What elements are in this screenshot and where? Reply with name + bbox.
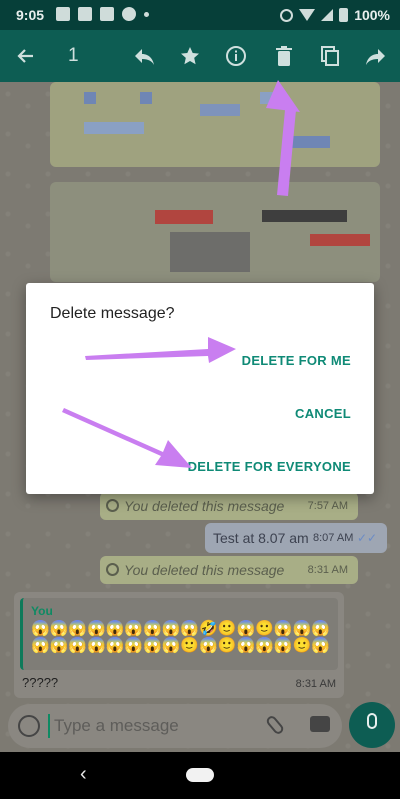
status-time: 9:05 <box>16 7 45 23</box>
status-bar: 9:05 100% <box>0 0 400 30</box>
message-outgoing[interactable]: Test at 8.07 am 8:07 AM ✓✓ <box>205 523 387 553</box>
pixelated-content <box>170 232 250 272</box>
mic-icon <box>367 713 377 729</box>
image-icon <box>56 7 70 21</box>
deleted-icon <box>106 499 119 512</box>
pixelated-content <box>200 104 240 116</box>
battery-icon <box>339 8 349 22</box>
quoted-message[interactable]: You 😱😱😱😱😱😱😱😱😱🤣🙂😱🙂😱😱😱😱😱😱😱😱😱😱😱🙂😱🙂😱😱😱🙂😱 <box>20 598 338 670</box>
pixelated-content <box>140 92 152 104</box>
alarm-icon <box>280 8 294 22</box>
message-input-bar: Type a message <box>8 704 342 748</box>
selection-action-bar: 1 <box>0 30 400 82</box>
dialog-title: Delete message? <box>50 305 175 322</box>
pixelated-content <box>260 92 284 104</box>
message-incoming[interactable]: You 😱😱😱😱😱😱😱😱😱🤣🙂😱🙂😱😱😱😱😱😱😱😱😱😱😱🙂😱🙂😱😱😱🙂😱 ???… <box>14 592 344 698</box>
star-icon[interactable] <box>176 42 204 70</box>
lightroom-icon <box>100 7 114 21</box>
text-caret <box>48 714 50 738</box>
more-notifications-icon <box>144 12 149 17</box>
pixelated-content <box>310 234 370 246</box>
copy-icon[interactable] <box>316 42 344 70</box>
message-input[interactable]: Type a message <box>54 716 179 736</box>
message-deleted[interactable]: You deleted this message 8:31 AM <box>100 556 358 584</box>
signal-icon <box>321 9 334 21</box>
delete-message-dialog: Delete message? DELETE FOR ME CANCEL DEL… <box>26 283 374 494</box>
pixelated-content <box>84 122 144 134</box>
delete-for-everyone-button[interactable]: DELETE FOR EVERYONE <box>188 459 351 474</box>
emoji-icon[interactable] <box>18 715 40 737</box>
delete-for-me-button[interactable]: DELETE FOR ME <box>242 353 351 368</box>
selected-count: 1 <box>68 45 79 66</box>
delete-icon[interactable] <box>270 42 298 70</box>
system-icons: 100% <box>280 7 390 23</box>
wifi-icon <box>299 9 316 21</box>
message-icon <box>78 7 92 21</box>
reply-icon[interactable] <box>130 42 158 70</box>
pixelated-content <box>84 92 96 104</box>
notification-icons <box>56 7 149 21</box>
info-icon[interactable] <box>222 42 250 70</box>
battery-percent: 100% <box>354 7 390 23</box>
nav-back-icon[interactable]: ‹ <box>80 763 87 786</box>
arrow-back-icon[interactable] <box>12 42 40 70</box>
quoted-emojis: 😱😱😱😱😱😱😱😱😱🤣🙂😱🙂😱😱😱😱😱😱😱😱😱😱😱🙂😱🙂😱😱😱🙂😱 <box>31 620 330 654</box>
pinterest-icon <box>122 7 136 21</box>
message-deleted[interactable]: You deleted this message 7:57 AM <box>100 492 358 520</box>
pixelated-content <box>290 136 330 148</box>
mic-button[interactable] <box>349 702 395 748</box>
cancel-button[interactable]: CANCEL <box>295 406 351 421</box>
camera-icon[interactable] <box>310 716 330 732</box>
deleted-icon <box>106 563 119 576</box>
attach-icon[interactable] <box>264 714 286 736</box>
system-nav-bar: ‹ <box>0 752 400 799</box>
pixelated-content <box>262 210 347 222</box>
double-tick-icon: ✓✓ <box>357 531 378 545</box>
forward-icon[interactable] <box>362 42 390 70</box>
pixelated-content <box>155 210 213 224</box>
nav-home-icon[interactable] <box>186 768 214 782</box>
